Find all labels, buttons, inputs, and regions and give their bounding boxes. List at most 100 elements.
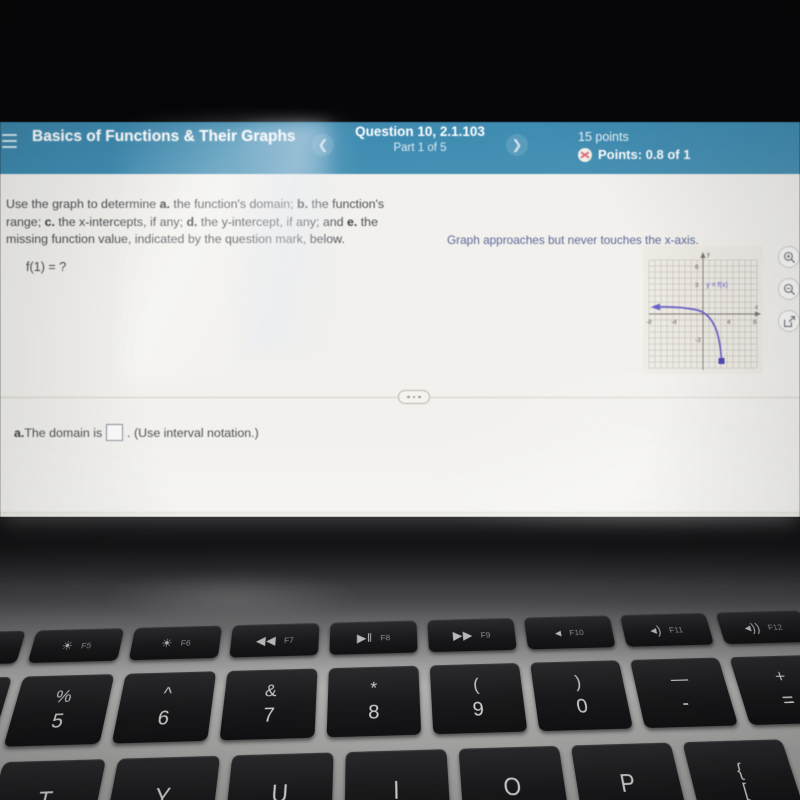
keyboard-key-[interactable]: {[	[682, 739, 800, 800]
chevron-left-icon[interactable]: ❮	[312, 134, 334, 156]
keyboard-key-i[interactable]: I	[344, 749, 452, 800]
prompt-label-c: c.	[44, 214, 55, 229]
x-axis-label: x	[755, 305, 758, 311]
svg-text:6: 6	[695, 264, 699, 271]
function-value-query: f(1) = ?	[26, 260, 67, 274]
prompt-label-e: e.	[346, 214, 358, 229]
key-primary-label: -	[679, 691, 692, 715]
key-label: O	[502, 772, 525, 800]
svg-text:-4: -4	[671, 319, 677, 326]
function-graph[interactable]: y x -8 -4 4 8 6 3 -3 y = f(x)	[643, 246, 763, 374]
points-total: 15 points	[578, 130, 629, 144]
zoom-in-icon[interactable]	[778, 246, 800, 268]
expand-glyph	[783, 315, 795, 327]
keyboard-key-8[interactable]: * 8	[326, 665, 422, 738]
key-primary-label: 0	[574, 694, 590, 718]
key-fn-label: F12	[766, 621, 784, 632]
keyboard-key-=[interactable]: + =	[729, 654, 800, 726]
answer-prompt-text: The domain is	[24, 425, 103, 440]
keyboard-key-f4[interactable]: □□□F4	[0, 630, 26, 666]
answer-row-a: a. The domain is . (Use interval notatio…	[14, 424, 259, 441]
laptop-keyboard-area: □□□F4☀F5☀F6◀◀F7▶‖F8▶▶F9◂F10◂)F11◂))F12 $…	[0, 517, 800, 800]
keyboard-key-6[interactable]: ^ 6	[111, 671, 217, 744]
prompt-label-d: d.	[186, 214, 198, 229]
key-glyph-icon: ▶‖	[356, 631, 373, 645]
key-primary-label: 5	[48, 709, 67, 733]
app-header-bar: Basics of Functions & Their Graphs ❮ ❯ Q…	[0, 122, 800, 174]
key-glyph-icon: ☀	[59, 639, 76, 653]
points-earned: Points: 0.8 of 1	[598, 147, 691, 162]
key-glyph-icon: ◂))	[742, 621, 763, 635]
ellipsis-pill-icon[interactable]	[398, 390, 430, 404]
key-fn-label: F8	[380, 632, 391, 643]
svg-text:4: 4	[727, 319, 731, 326]
key-primary-label: 8	[368, 700, 380, 724]
key-shift-label: —	[668, 669, 691, 690]
key-fn-label: F10	[568, 627, 585, 637]
chevron-right-icon[interactable]: ❯	[506, 134, 528, 156]
key-shift-label: +	[772, 667, 789, 687]
keyboard-key-u[interactable]: U	[223, 752, 334, 800]
keyboard-key-f8[interactable]: ▶‖ F8	[329, 620, 418, 655]
zoom-out-icon[interactable]	[778, 278, 800, 300]
key-shift-label: )	[573, 672, 583, 693]
key-label: I	[392, 776, 402, 800]
domain-input-field[interactable]	[106, 424, 124, 441]
graph-asymptote-note-text: Graph approaches but never touches the x…	[447, 233, 699, 247]
keyboard-key-9[interactable]: (9	[429, 662, 528, 735]
svg-text:-8: -8	[646, 319, 652, 326]
svg-text:3: 3	[695, 282, 699, 289]
keyboard-key-o[interactable]: O	[458, 745, 571, 800]
keyboard-key-f5[interactable]: ☀ F5	[27, 628, 125, 663]
key-shift-label: (	[472, 675, 480, 696]
keyboard-key-y[interactable]: Y	[102, 755, 221, 800]
keyboard-key-f10[interactable]: ◂ F10	[523, 615, 616, 650]
keyboard-key-f7[interactable]: ◀◀ F7	[229, 622, 320, 658]
keyboard-key-5[interactable]: % 5	[3, 674, 115, 747]
keyboard-key-f6[interactable]: ☀ F6	[128, 625, 223, 661]
key-label: P	[617, 769, 640, 797]
key-primary-label: 9	[471, 697, 485, 721]
keyboard-key-0[interactable]: ) 0	[530, 660, 634, 732]
prompt-text-3: the x-intercepts, if any;	[54, 214, 187, 229]
key-label: U	[270, 779, 291, 800]
question-identifier: Question 10, 2.1.103 Part 1 of 5	[340, 124, 500, 154]
prompt-text-1: the function's domain;	[169, 197, 297, 211]
key-label: Y	[152, 782, 174, 800]
question-content-area: Use the graph to determine a. the functi…	[0, 174, 800, 517]
key-label: [	[739, 778, 753, 800]
svg-text:-3: -3	[695, 337, 701, 344]
question-title: Question 10, 2.1.103	[355, 124, 485, 139]
hamburger-menu-icon[interactable]	[2, 134, 18, 148]
zoom-in-glyph	[783, 251, 795, 263]
key-glyph-icon: ☀	[160, 636, 174, 651]
key-fn-label: F6	[180, 637, 192, 648]
photo-top-black-bar	[0, 0, 800, 122]
keyboard-key-f12[interactable]: ◂)) F12	[715, 610, 800, 645]
graph-tool-buttons	[778, 246, 800, 332]
answer-letter: a.	[14, 425, 25, 440]
points-earned-row: Points: 0.8 of 1	[578, 147, 690, 162]
function-graph-svg: y x -8 -4 4 8 6 3 -3 y = f(x)	[643, 246, 763, 374]
answer-hint-text: . (Use interval notation.)	[127, 425, 259, 440]
question-part-label: Part 1 of 5	[393, 142, 447, 154]
keyboard-key-f9[interactable]: ▶▶ F9	[427, 617, 517, 653]
expand-graph-icon[interactable]	[778, 310, 800, 332]
partial-credit-icon	[578, 147, 592, 162]
laptop-screen-photo: Basics of Functions & Their Graphs ❮ ❯ Q…	[0, 0, 800, 800]
keyboard-key-7[interactable]: & 7	[219, 668, 318, 741]
key-primary-label: 6	[155, 706, 172, 730]
key-label: {	[733, 758, 747, 781]
keyboard-key-p[interactable]: P	[570, 742, 690, 800]
keyboard-perspective-stage: □□□F4☀F5☀F6◀◀F7▶‖F8▶▶F9◂F10◂)F11◂))F12 $…	[0, 517, 800, 800]
key-fn-label: F11	[667, 624, 684, 635]
key-fn-label: F7	[283, 634, 295, 645]
keyboard-key-t[interactable]: T	[0, 759, 107, 800]
browser-screen-region: Basics of Functions & Their Graphs ❮ ❯ Q…	[0, 122, 800, 517]
keyboard-key-f11[interactable]: ◂) F11	[619, 612, 715, 647]
key-label: T	[34, 786, 56, 800]
keyboard-key--[interactable]: — -	[629, 657, 739, 729]
key-primary-label: 7	[262, 703, 276, 727]
key-shift-label: *	[370, 678, 378, 699]
y-axis-label: y	[707, 252, 710, 258]
